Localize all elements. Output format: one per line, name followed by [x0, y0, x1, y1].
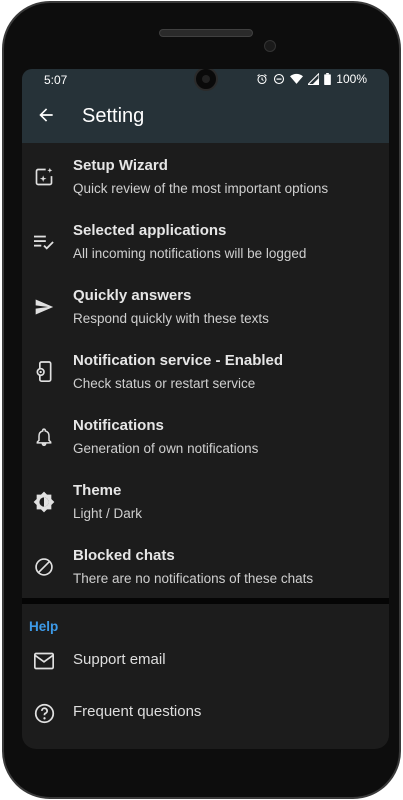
setting-quickly-answers[interactable]: Quickly answers Respond quickly with the…	[22, 273, 389, 338]
setting-title: Notifications	[73, 417, 164, 434]
status-time: 5:07	[44, 73, 68, 87]
setting-title: Selected applications	[73, 222, 227, 239]
block-icon	[32, 555, 56, 579]
setting-subtitle: Respond quickly with these texts	[73, 311, 269, 326]
page-title: Setting	[82, 105, 145, 127]
help-item-label: Support email	[73, 651, 166, 668]
battery-percent: 100%	[336, 72, 367, 86]
bell-icon	[32, 425, 56, 449]
setting-title: Quickly answers	[73, 287, 192, 304]
setting-title: Theme	[73, 482, 122, 499]
wifi-icon	[290, 73, 304, 85]
app-bar: Setting	[22, 91, 389, 143]
setting-subtitle: All incoming notifications will be logge…	[73, 246, 307, 261]
setting-subtitle: Light / Dark	[73, 506, 143, 521]
dnd-icon	[273, 73, 285, 85]
help-item-label: Frequent questions	[73, 703, 202, 720]
help-section-header: Help	[29, 619, 59, 634]
screen: 5:07 100% Setting Setup Wizard Quick rev…	[22, 69, 389, 749]
setting-notification-service[interactable]: Notification service - Enabled Check sta…	[22, 338, 389, 403]
signal-icon	[308, 73, 320, 85]
setting-subtitle: There are no notifications of these chat…	[73, 571, 314, 586]
back-button[interactable]	[32, 103, 60, 131]
setting-title: Notification service - Enabled	[73, 352, 284, 369]
status-bar: 5:07 100%	[22, 69, 389, 91]
setting-subtitle: Quick review of the most important optio…	[73, 181, 329, 196]
settings-list: Setup Wizard Quick review of the most im…	[22, 143, 389, 598]
mail-icon	[32, 649, 56, 673]
help-item-frequent-questions[interactable]: Frequent questions	[22, 689, 389, 737]
checklist-icon	[32, 230, 56, 254]
phone-frame: 5:07 100% Setting Setup Wizard Quick rev…	[2, 1, 401, 799]
setting-blocked-chats[interactable]: Blocked chats There are no notifications…	[22, 533, 389, 598]
battery-icon	[324, 73, 332, 85]
setting-title: Blocked chats	[73, 547, 175, 564]
help-circle-icon	[32, 701, 56, 725]
camera-cutout	[194, 69, 218, 91]
status-icons: 100%	[256, 72, 367, 86]
section-divider	[22, 598, 389, 604]
setting-theme[interactable]: Theme Light / Dark	[22, 468, 389, 533]
setting-notifications[interactable]: Notifications Generation of own notifica…	[22, 403, 389, 468]
setting-subtitle: Generation of own notifications	[73, 441, 259, 456]
setting-title: Setup Wizard	[73, 157, 168, 174]
send-icon	[32, 295, 56, 319]
setting-subtitle: Check status or restart service	[73, 376, 256, 391]
earpiece-speaker	[159, 29, 253, 37]
front-sensor	[264, 40, 276, 52]
alarm-icon	[256, 73, 268, 85]
phone-settings-icon	[32, 360, 56, 384]
wizard-icon	[32, 165, 56, 189]
arrow-back-icon	[36, 105, 56, 130]
setting-selected-applications[interactable]: Selected applications All incoming notif…	[22, 208, 389, 273]
setting-setup-wizard[interactable]: Setup Wizard Quick review of the most im…	[22, 143, 389, 208]
help-item-support-email[interactable]: Support email	[22, 637, 389, 685]
theme-icon	[32, 490, 56, 514]
